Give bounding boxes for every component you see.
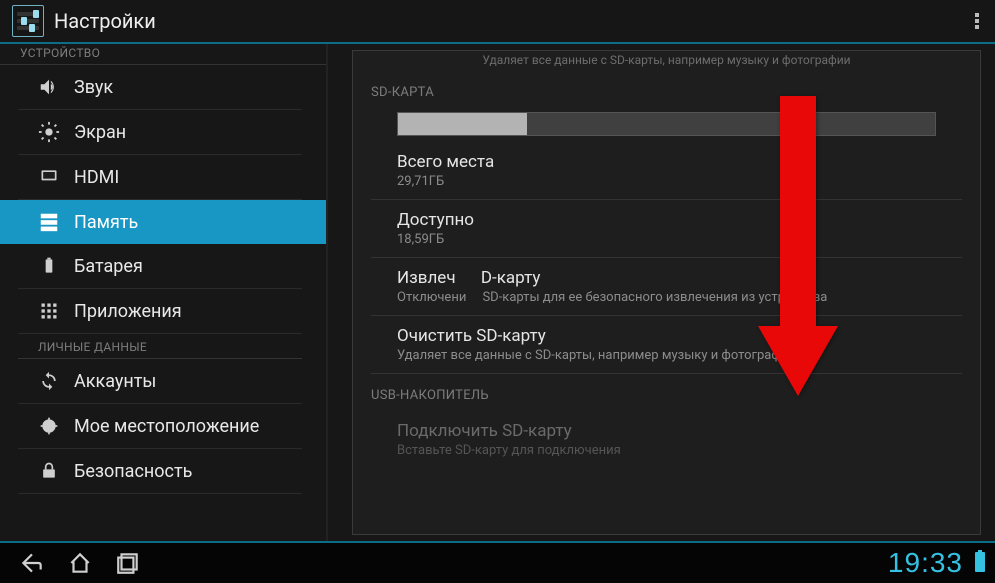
sidebar-section-personal: ЛИЧНЫЕ ДАННЫЕ: [18, 334, 302, 359]
sidebar-item-label: Звук: [74, 77, 113, 98]
monitor-icon: [38, 166, 60, 188]
sidebar-item-label: HDMI: [74, 167, 119, 188]
lock-icon: [38, 460, 60, 482]
truncated-text: Удаляет все данные с SD-карты, например …: [371, 51, 962, 71]
storage-bar-used: [398, 113, 527, 135]
row-mount-sd: Подключить SD-карту Вставьте SD-карту дл…: [371, 411, 962, 468]
sidebar-item-label: Мое местоположение: [74, 416, 259, 437]
row-total-space[interactable]: Всего места 29,71ГБ: [371, 142, 962, 200]
apps-icon: [38, 300, 60, 322]
sidebar-item-storage[interactable]: Память: [0, 200, 326, 244]
sidebar-item-label: Батарея: [74, 256, 143, 277]
storage-bar-free: [527, 113, 935, 135]
speaker-icon: [38, 76, 60, 98]
section-sd-card: SD-КАРТА: [371, 71, 962, 108]
storage-icon: [38, 211, 60, 233]
recents-button[interactable]: [104, 542, 152, 583]
sidebar-item-label: Приложения: [74, 301, 182, 322]
content-panel: Удаляет все данные с SD-карты, например …: [328, 44, 995, 541]
row-subtitle: 18,59ГБ: [397, 232, 962, 247]
home-button[interactable]: [56, 542, 104, 583]
storage-bar: [397, 112, 936, 136]
row-title: Извлеч D-карту: [397, 268, 962, 288]
row-subtitle: Вставьте SD-карту для подключения: [397, 443, 962, 458]
sidebar-item-security[interactable]: Безопасность: [18, 449, 302, 494]
sidebar-item-label: Аккаунты: [74, 371, 156, 392]
sidebar-item-apps[interactable]: Приложения: [18, 289, 302, 334]
sidebar-item-accounts[interactable]: Аккаунты: [18, 359, 302, 404]
sidebar-item-label: Экран: [74, 122, 126, 143]
sidebar-item-location[interactable]: Мое местоположение: [18, 404, 302, 449]
row-title: Всего места: [397, 152, 962, 172]
row-title: Очистить SD-карту: [397, 326, 962, 346]
location-icon: [38, 415, 60, 437]
row-erase-sd[interactable]: Очистить SD-карту Удаляет все данные с S…: [371, 316, 962, 374]
battery-icon: [38, 255, 60, 277]
navigation-bar: 19:33: [0, 541, 995, 583]
sync-icon: [38, 370, 60, 392]
sidebar-item-display[interactable]: Экран: [18, 110, 302, 155]
sidebar-item-battery[interactable]: Батарея: [18, 244, 302, 289]
row-available[interactable]: Доступно 18,59ГБ: [371, 200, 962, 258]
sidebar: УСТРОЙСТВО Звук Экран HDMI: [0, 44, 328, 541]
status-clock: 19:33: [888, 547, 963, 579]
settings-icon: [12, 5, 44, 37]
overflow-menu-icon[interactable]: [971, 7, 983, 35]
page-title: Настройки: [54, 9, 156, 33]
sidebar-item-hdmi[interactable]: HDMI: [18, 155, 302, 200]
back-button[interactable]: [8, 542, 56, 583]
row-title: Подключить SD-карту: [397, 421, 962, 441]
sidebar-item-sound[interactable]: Звук: [18, 65, 302, 110]
row-subtitle: 29,71ГБ: [397, 174, 962, 189]
sidebar-item-label: Безопасность: [74, 461, 192, 482]
sidebar-section-device: УСТРОЙСТВО: [0, 44, 326, 65]
action-bar: Настройки: [0, 0, 995, 44]
status-battery-icon: [973, 549, 987, 577]
row-title: Доступно: [397, 210, 962, 230]
row-subtitle: Удаляет все данные с SD-карты, например …: [397, 348, 962, 363]
brightness-icon: [38, 121, 60, 143]
row-unmount-sd[interactable]: Извлеч D-карту Отключени SD-карты для ее…: [371, 258, 962, 316]
sidebar-item-label: Память: [74, 212, 138, 233]
row-subtitle: Отключени SD-карты для ее безопасного из…: [397, 290, 962, 305]
section-usb: USB-НАКОПИТЕЛЬ: [371, 374, 962, 411]
